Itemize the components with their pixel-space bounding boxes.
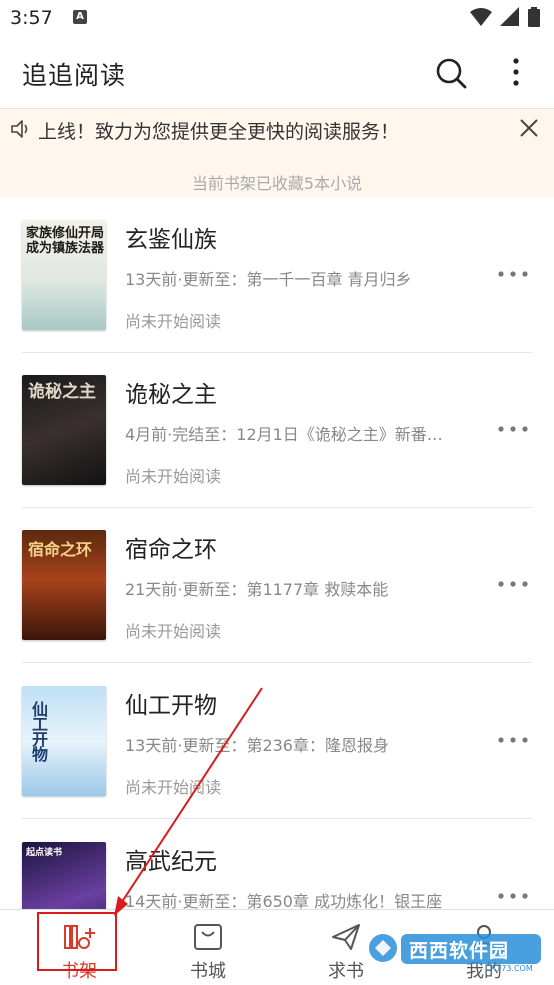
- book-latest-chapter: 13天前·更新至：第236章：隆恩报身: [125, 736, 389, 755]
- book-progress: 尚未开始阅读: [125, 312, 222, 331]
- close-icon[interactable]: [518, 117, 540, 139]
- more-vert-icon[interactable]: [505, 56, 527, 90]
- notification-a-icon: A: [73, 10, 87, 24]
- book-progress: 尚未开始阅读: [125, 622, 222, 641]
- send-request-icon: [332, 924, 360, 950]
- book-cover: 诡秘之主: [22, 375, 106, 485]
- watermark-subtext: CR173.COM: [485, 964, 533, 973]
- divider: [22, 818, 532, 819]
- divider: [22, 662, 532, 663]
- nav-store[interactable]: 书城: [139, 910, 277, 985]
- status-icons: [470, 7, 540, 27]
- status-bar: 3:57 A: [0, 0, 554, 36]
- book-item[interactable]: 仙工开物 仙工开物 13天前·更新至：第236章：隆恩报身 尚未开始阅读: [0, 664, 554, 819]
- book-title: 玄鉴仙族: [125, 227, 217, 253]
- book-latest-chapter: 13天前·更新至：第一千一百章 青月归乡: [125, 270, 412, 289]
- signal-icon: [500, 7, 519, 26]
- search-icon[interactable]: [434, 56, 468, 90]
- cover-text: 仙工开物: [32, 700, 49, 764]
- wifi-icon: [470, 8, 492, 26]
- shelf-count-text: 当前书架已收藏5本小说: [191, 174, 363, 193]
- book-cover: 家族修仙开局成为镇族法器: [22, 220, 106, 330]
- book-item[interactable]: 诡秘之主 诡秘之主 4月前·完结至：12月1日《诡秘之主》新番… 尚未开始阅读: [0, 353, 554, 508]
- notice-banner: 上线！致力为您提供更全更快的阅读服务！: [0, 109, 554, 149]
- book-item[interactable]: 宿命之环 宿命之环 21天前·更新至：第1177章 救赎本能 尚未开始阅读: [0, 508, 554, 663]
- book-cover: 宿命之环: [22, 530, 106, 640]
- book-progress: 尚未开始阅读: [125, 778, 222, 797]
- annotation-highlight-box: [37, 912, 117, 971]
- book-latest-chapter: 21天前·更新至：第1177章 救赎本能: [125, 580, 389, 599]
- nav-label: 书城: [190, 961, 226, 982]
- app-title: 追追阅读: [22, 61, 127, 90]
- watermark-text: 西西软件园: [409, 940, 510, 962]
- more-horiz-icon[interactable]: [496, 729, 530, 751]
- more-horiz-icon[interactable]: [496, 885, 530, 907]
- status-time: 3:57: [10, 7, 53, 29]
- book-title: 高武纪元: [125, 849, 217, 875]
- more-horiz-icon[interactable]: [496, 418, 530, 440]
- cover-text: 宿命之环: [28, 540, 93, 559]
- book-latest-chapter: 4月前·完结至：12月1日《诡秘之主》新番…: [125, 425, 443, 444]
- cover-text: 家族修仙开局成为镇族法器: [26, 226, 105, 256]
- book-cover: 仙工开物: [22, 686, 106, 796]
- more-horiz-icon[interactable]: [496, 573, 530, 595]
- book-title: 宿命之环: [125, 537, 217, 563]
- book-progress: 尚未开始阅读: [125, 467, 222, 486]
- store-bag-icon: [194, 924, 222, 950]
- watermark-logo: 西西软件园 CR173.COM: [365, 926, 545, 974]
- app-bar: 追追阅读: [0, 36, 554, 109]
- cover-text: 诡秘之主: [28, 382, 96, 402]
- more-horiz-icon[interactable]: [496, 263, 530, 285]
- book-item[interactable]: 家族修仙开局成为镇族法器 玄鉴仙族 13天前·更新至：第一千一百章 青月归乡 尚…: [0, 198, 554, 353]
- speaker-icon: [11, 120, 28, 138]
- notice-text: 上线！致力为您提供更全更快的阅读服务！: [38, 121, 400, 143]
- cover-text: 起点读书: [26, 848, 63, 858]
- battery-icon: [528, 7, 540, 27]
- book-title: 仙工开物: [125, 693, 217, 719]
- book-title: 诡秘之主: [125, 382, 217, 408]
